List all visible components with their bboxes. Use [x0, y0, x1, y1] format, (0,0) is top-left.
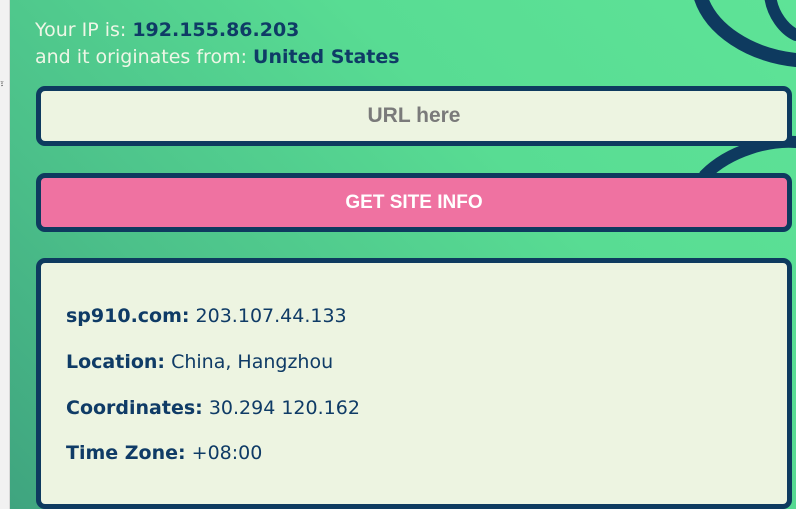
ip-label: Your IP is: — [35, 19, 127, 41]
timezone-row: Time Zone: +08:00 — [66, 442, 262, 464]
origin-label: and it originates from: — [35, 46, 247, 68]
timezone-value: +08:00 — [191, 442, 263, 464]
coordinates-label: Coordinates: — [66, 397, 203, 419]
domain-ip-value: 203.107.44.133 — [195, 305, 347, 327]
coordinates-row: Coordinates: 30.294 120.162 — [66, 397, 360, 419]
edge-glyph: ፣ — [0, 79, 5, 90]
timezone-label: Time Zone: — [66, 442, 186, 464]
coordinates-value: 30.294 120.162 — [208, 397, 360, 419]
page: ፣ Your IP is: 192.155.86.203 and it orig… — [0, 0, 796, 509]
get-site-info-button[interactable]: GET SITE INFO — [36, 173, 792, 232]
location-value: China, Hangzhou — [171, 351, 334, 373]
location-row: Location: China, Hangzhou — [66, 351, 333, 373]
site-info-card: sp910.com: 203.107.44.133 Location: Chin… — [36, 258, 792, 509]
ip-value: 192.155.86.203 — [132, 19, 300, 41]
origin-value: United States — [253, 46, 400, 68]
location-label: Location: — [66, 351, 166, 373]
url-input[interactable] — [36, 86, 792, 146]
domain-ip-row: sp910.com: 203.107.44.133 — [66, 305, 347, 327]
origin-line: and it originates from: United States — [35, 46, 400, 68]
domain-label: sp910.com: — [66, 305, 190, 327]
ip-tool-panel: Your IP is: 192.155.86.203 and it origin… — [10, 0, 796, 509]
your-ip-line: Your IP is: 192.155.86.203 — [35, 19, 299, 41]
left-window-edge: ፣ — [0, 0, 10, 509]
